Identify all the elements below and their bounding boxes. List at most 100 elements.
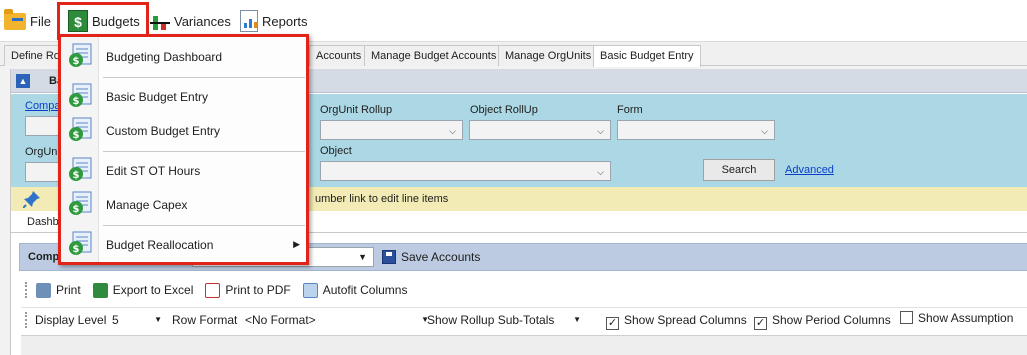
budget-sheet-icon: $ (69, 231, 92, 255)
budgets-dropdown-menu: $ Budgeting Dashboard $ Basic Budget Ent… (58, 34, 309, 265)
display-level-label: Display Level (35, 313, 107, 327)
chevron-down-icon: ⌵ (761, 126, 768, 136)
tab-manage-orgunits[interactable]: Manage OrgUnits (498, 45, 599, 66)
file-menu[interactable]: File (4, 6, 51, 36)
menu-item-label: Manage Capex (106, 198, 188, 212)
grid-icon (302, 282, 318, 298)
printer-icon (36, 282, 51, 298)
show-period-label: Show Period Columns (772, 313, 891, 327)
show-assumption-label: Show Assumption (918, 311, 1014, 325)
menu-item-label: Basic Budget Entry (106, 90, 209, 104)
export-excel-button[interactable]: Export to Excel (92, 282, 194, 298)
menu-separator (103, 151, 305, 152)
chevron-down-icon: ⌵ (597, 167, 604, 177)
dropdown-arrow-icon: ▼ (358, 252, 367, 262)
svg-text:$: $ (73, 56, 80, 67)
file-menu-label: File (30, 13, 51, 29)
display-level-value: 5 (112, 313, 119, 327)
svg-text:$: $ (73, 130, 80, 141)
show-rollup-label: Show Rollup Sub-Totals (427, 313, 555, 327)
show-period-checkbox[interactable]: ✓ Show Period Columns (754, 313, 891, 330)
show-assumption-checkbox[interactable]: Show Assumption (900, 311, 1013, 325)
save-accounts-button[interactable]: Save Accounts (382, 250, 480, 264)
budget-sheet-icon: $ (69, 43, 92, 67)
form-label: Form (617, 104, 643, 116)
menu-item-label: Budget Reallocation (106, 238, 214, 252)
tab-basic-budget-entry[interactable]: Basic Budget Entry (593, 45, 701, 67)
pdf-icon (205, 282, 221, 298)
save-icon (382, 250, 396, 264)
dropdown-arrow-icon: ▼ (154, 315, 162, 324)
grid-area (21, 335, 1027, 355)
variances-menu-label: Variances (174, 13, 231, 29)
object-rollup-select[interactable]: ⌵ (469, 120, 611, 140)
submenu-arrow-icon: ▶ (293, 239, 300, 249)
menu-item-label: Budgeting Dashboard (106, 50, 223, 64)
toolbar-grip[interactable] (25, 312, 28, 328)
autofit-button[interactable]: Autofit Columns (302, 282, 408, 298)
checkbox-checked-icon: ✓ (606, 317, 619, 330)
print-pdf-label: Print to PDF (225, 283, 291, 297)
variances-menu[interactable]: Variances (150, 6, 231, 36)
object-label: Object (320, 145, 352, 157)
export-toolbar: Print Export to Excel Print to PDF Autof… (25, 278, 1027, 302)
report-icon (240, 10, 258, 32)
menu-item-budget-reallocation[interactable]: $ Budget Reallocation ▶ (61, 229, 306, 259)
budget-sheet-icon: $ (69, 157, 92, 181)
budget-sheet-icon: $ (69, 83, 92, 107)
orgunit-rollup-select[interactable]: ⌵ (320, 120, 463, 140)
options-toolbar: Display Level 5 ▼ Row Format <No Format>… (21, 307, 1027, 331)
variance-chart-icon (150, 10, 170, 32)
pin-icon[interactable] (23, 190, 41, 208)
export-excel-label: Export to Excel (112, 283, 194, 297)
svg-text:$: $ (73, 204, 80, 215)
budget-sheet-icon: $ (69, 191, 92, 215)
show-spread-checkbox[interactable]: ✓ Show Spread Columns (606, 313, 747, 330)
company-bar-label: Comp (28, 251, 60, 263)
menu-item-budgeting-dashboard[interactable]: $ Budgeting Dashboard (61, 41, 306, 71)
print-pdf-button[interactable]: Print to PDF (205, 282, 291, 298)
chevron-down-icon: ⌵ (449, 126, 456, 136)
company-select[interactable] (25, 116, 61, 136)
object-rollup-label: Object RollUp (470, 104, 538, 116)
dropdown-arrow-icon: ▼ (573, 315, 581, 324)
folder-icon (4, 8, 26, 30)
form-select[interactable]: ⌵ (617, 120, 775, 140)
budget-sheet-icon: $ (69, 117, 92, 141)
display-level-select[interactable]: 5 ▼ (112, 313, 164, 327)
show-rollup-dropdown[interactable]: Show Rollup Sub-Totals ▼ (427, 313, 581, 327)
row-format-value: <No Format> (245, 313, 316, 327)
svg-text:$: $ (73, 96, 80, 107)
menu-separator (103, 225, 305, 226)
svg-text:$: $ (73, 244, 80, 255)
print-button[interactable]: Print (36, 282, 81, 298)
menu-item-label: Custom Budget Entry (106, 124, 221, 138)
menu-item-label: Edit ST OT Hours (106, 164, 201, 178)
toolbar-grip[interactable] (25, 282, 28, 298)
collapse-icon[interactable]: ▲ (16, 74, 30, 88)
tab-accounts[interactable]: Accounts (309, 45, 369, 66)
show-spread-label: Show Spread Columns (624, 313, 747, 327)
print-label: Print (56, 283, 81, 297)
tab-manage-budget-accounts[interactable]: Manage Budget Accounts (364, 45, 504, 66)
checkbox-checked-icon: ✓ (754, 317, 767, 330)
row-format-label: Row Format (172, 313, 238, 327)
checkbox-unchecked-icon (900, 311, 913, 324)
menu-item-basic-budget-entry[interactable]: $ Basic Budget Entry (61, 81, 306, 111)
menu-item-custom-budget-entry[interactable]: $ Custom Budget Entry (61, 115, 306, 145)
autofit-label: Autofit Columns (322, 283, 408, 297)
chevron-down-icon: ⌵ (597, 126, 604, 136)
orgunit-select[interactable] (25, 162, 61, 182)
menu-item-edit-st-ot-hours[interactable]: $ Edit ST OT Hours (61, 155, 306, 185)
row-format-select[interactable]: <No Format> ▼ (245, 313, 431, 327)
menu-item-manage-capex[interactable]: $ Manage Capex (61, 189, 306, 219)
advanced-link[interactable]: Advanced (785, 164, 834, 176)
search-button[interactable]: Search (703, 159, 775, 181)
reports-menu-label: Reports (262, 13, 308, 29)
info-text: umber link to edit line items (315, 193, 449, 205)
object-select[interactable]: ⌵ (320, 161, 611, 181)
svg-text:$: $ (73, 170, 80, 181)
orgunit-rollup-label: OrgUnit Rollup (320, 104, 393, 116)
reports-menu[interactable]: Reports (240, 6, 308, 36)
menu-separator (103, 77, 305, 78)
